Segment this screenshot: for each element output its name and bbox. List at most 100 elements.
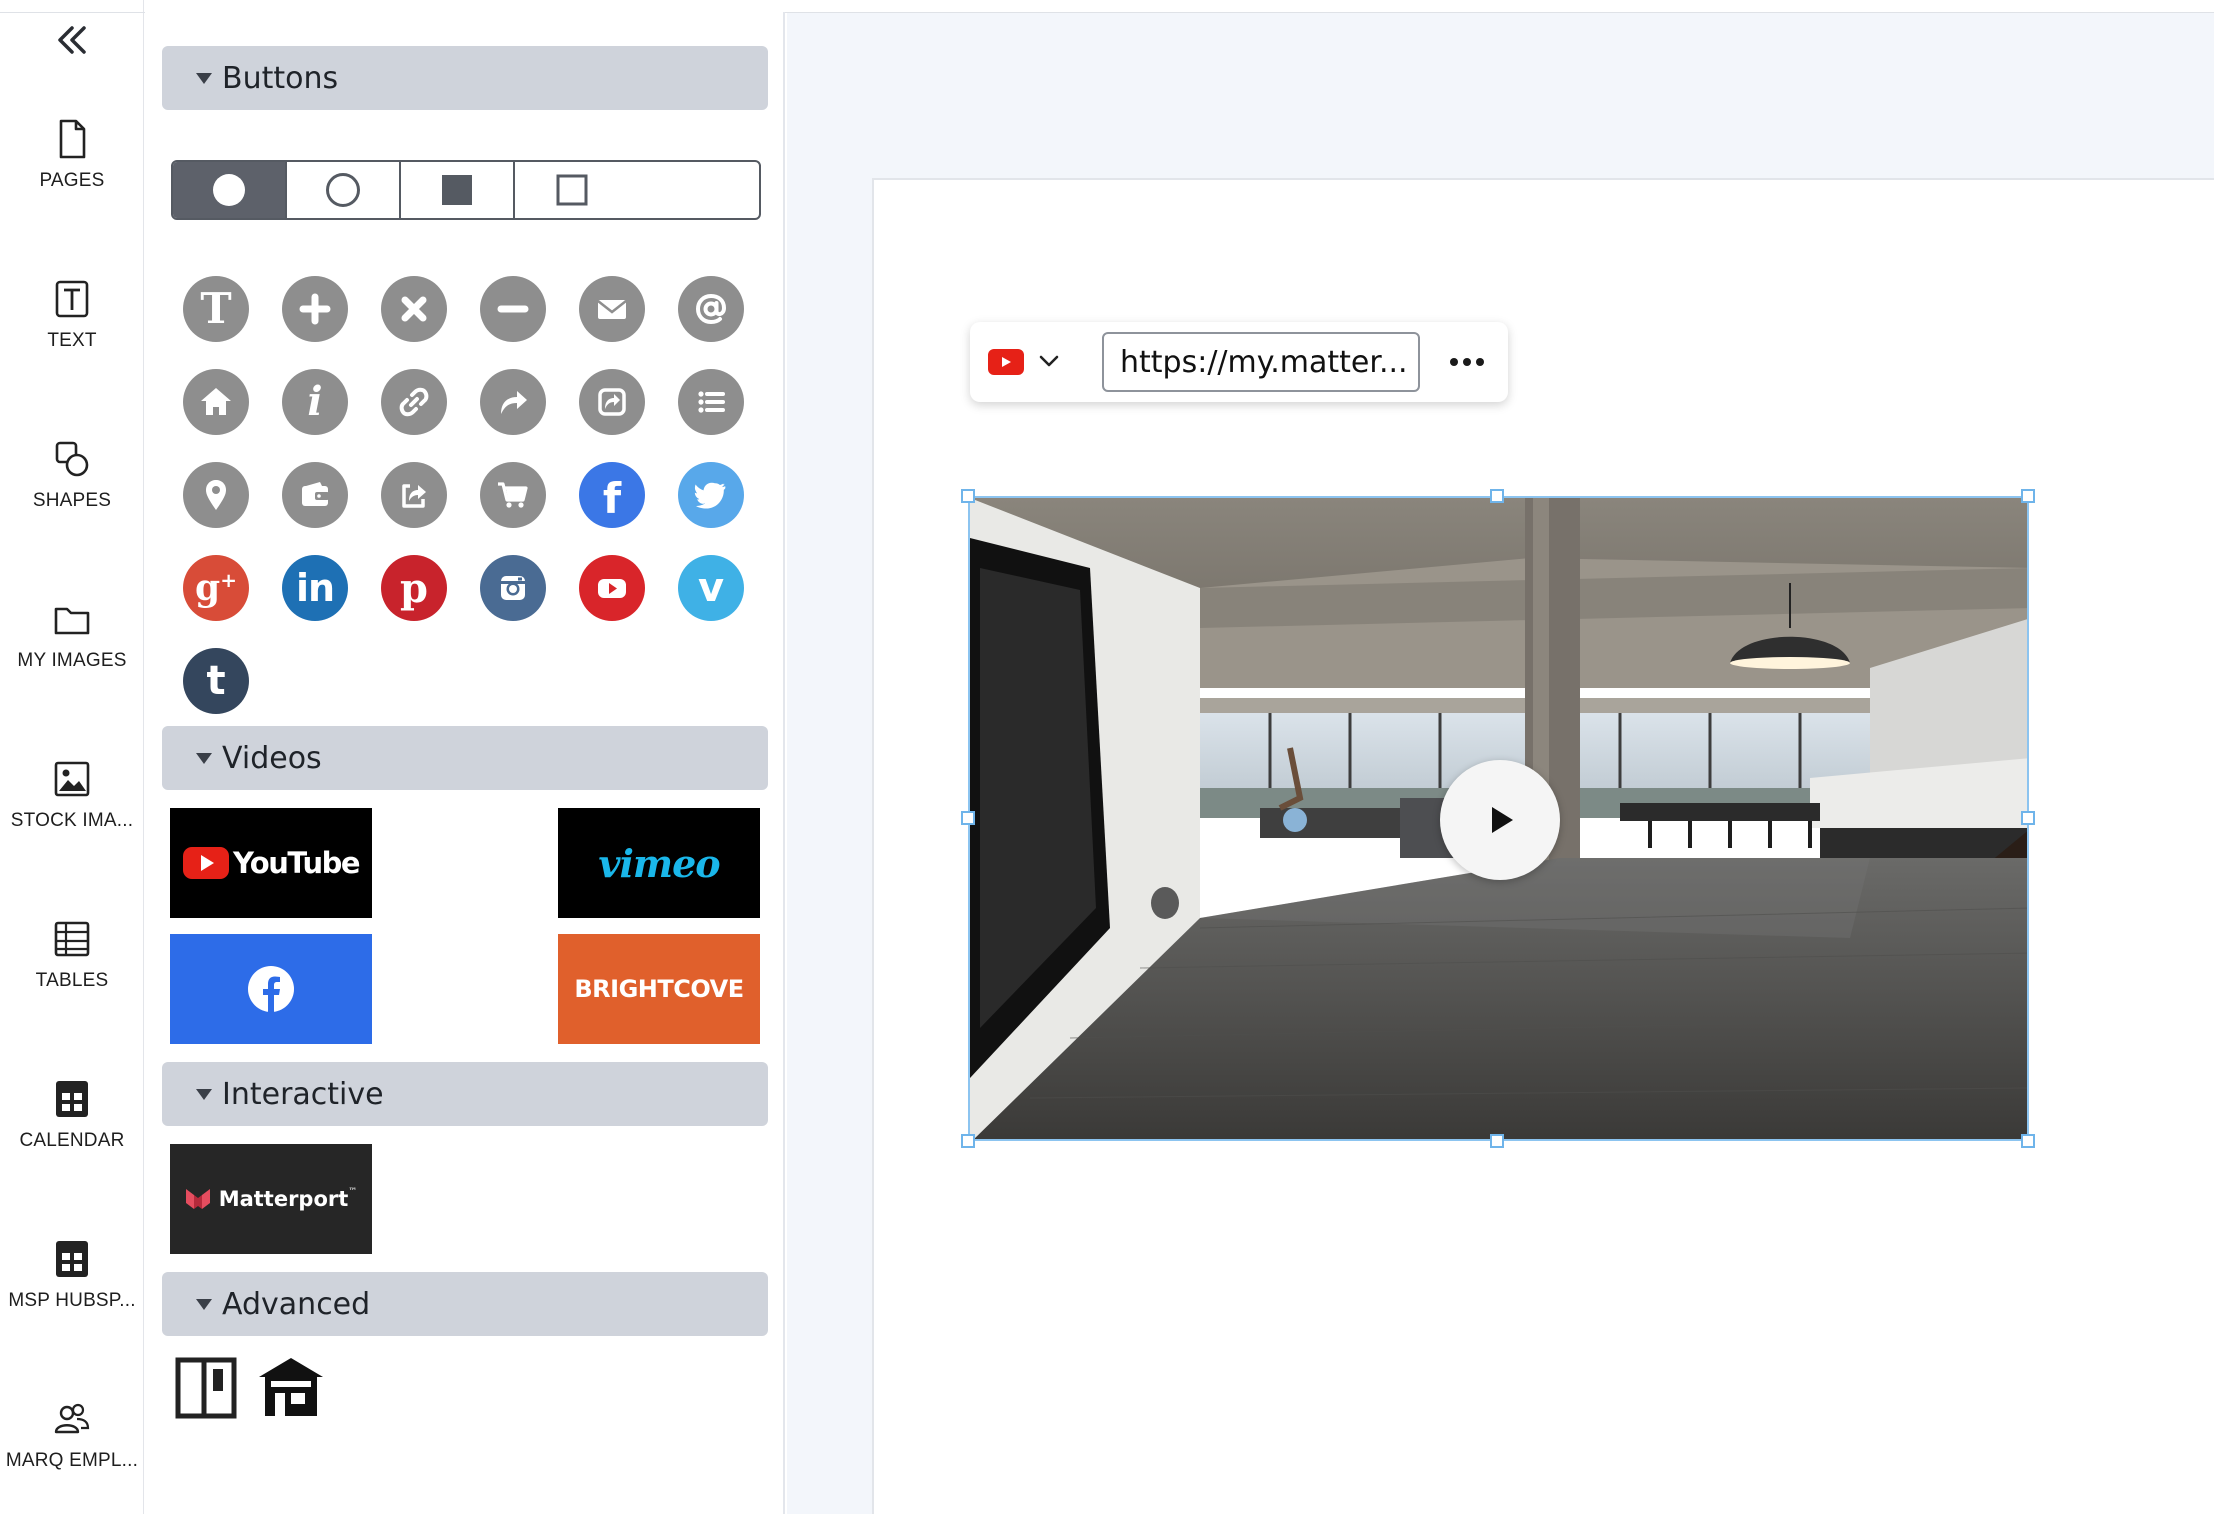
resize-handle-left[interactable] — [961, 811, 975, 825]
rail-item-label: SHAPES — [32, 490, 112, 511]
rail-item-label: MARQ EMPL... — [5, 1450, 139, 1471]
image-icon — [54, 761, 90, 797]
matterport-logo-icon — [185, 1189, 210, 1209]
filled-circle-icon — [213, 174, 245, 206]
rail-item-marq-employee[interactable]: MARQ EMPL... — [0, 1398, 144, 1514]
section-title: Videos — [222, 740, 322, 776]
page-icon — [59, 119, 86, 159]
shape-filled-circle-option[interactable] — [173, 162, 287, 218]
plus-icon[interactable] — [282, 276, 348, 342]
list-icon[interactable] — [678, 369, 744, 435]
shapes-icon — [55, 441, 89, 477]
double-chevron-left-icon[interactable] — [50, 18, 94, 62]
app-root: PAGES TEXT SHAPES MY IMAGES STOCK IMA...… — [0, 0, 2214, 1514]
rail-item-label: PAGES — [39, 170, 105, 191]
triangle-down-icon — [196, 72, 212, 84]
vimeo-icon[interactable]: v — [678, 555, 744, 621]
google-plus-icon[interactable]: g+ — [183, 555, 249, 621]
text-t-icon[interactable]: T — [183, 276, 249, 342]
rail-item-label: TEXT — [47, 330, 97, 351]
play-button[interactable] — [1440, 760, 1560, 880]
cart-icon[interactable] — [480, 462, 546, 528]
youtube-icon[interactable] — [579, 555, 645, 621]
youtube-label: YouTube — [232, 846, 361, 880]
info-icon[interactable]: i — [282, 369, 348, 435]
rail-item-stock-images[interactable]: STOCK IMA... — [0, 758, 144, 878]
rail-item-shapes[interactable]: SHAPES — [0, 438, 144, 558]
facebook-icon — [248, 966, 294, 1012]
youtube-icon — [182, 847, 229, 879]
resize-handle-bottom[interactable] — [1490, 1134, 1504, 1148]
rail-item-msp-hubspot[interactable]: MSP HUBSP... — [0, 1238, 144, 1358]
rail-item-text[interactable]: TEXT — [0, 278, 144, 398]
link-icon[interactable] — [381, 369, 447, 435]
rail-item-label: TABLES — [35, 970, 109, 991]
at-icon[interactable] — [678, 276, 744, 342]
rail-item-calendar[interactable]: CALENDAR — [0, 1078, 144, 1198]
instagram-icon[interactable] — [480, 555, 546, 621]
share-box-icon[interactable] — [579, 369, 645, 435]
twitter-icon[interactable] — [678, 462, 744, 528]
facebook-video-tile[interactable] — [170, 934, 372, 1044]
rail-item-pages[interactable]: PAGES — [0, 118, 144, 238]
facebook-icon[interactable]: f — [579, 462, 645, 528]
vimeo-video-tile[interactable]: vimeo — [558, 808, 760, 918]
wallet-icon[interactable] — [282, 462, 348, 528]
rail-item-label: MY IMAGES — [17, 650, 127, 671]
rail-item-my-images[interactable]: MY IMAGES — [0, 598, 144, 718]
close-x-icon[interactable] — [381, 276, 447, 342]
tumblr-icon[interactable]: t — [183, 648, 249, 714]
outline-square-icon — [556, 174, 588, 206]
brightcove-video-tile[interactable]: BRIGHTCOVE — [558, 934, 760, 1044]
button-shape-selector — [171, 160, 761, 220]
shape-outline-circle-option[interactable] — [287, 162, 401, 218]
pinterest-icon[interactable]: p — [381, 555, 447, 621]
resize-handle-top-right[interactable] — [2021, 489, 2035, 503]
minus-icon[interactable] — [480, 276, 546, 342]
matterport-label: Matterport™ — [218, 1187, 358, 1211]
linkedin-icon[interactable]: in — [282, 555, 348, 621]
outline-circle-icon — [326, 173, 360, 207]
play-icon — [1492, 807, 1513, 833]
matterport-tile[interactable]: Matterport™ — [170, 1144, 372, 1254]
layout-panel-icon[interactable] — [175, 1357, 237, 1424]
more-options-icon[interactable] — [1442, 346, 1492, 378]
youtube-icon[interactable] — [988, 349, 1024, 375]
resize-handle-top-left[interactable] — [961, 489, 975, 503]
triangle-down-icon — [196, 1298, 212, 1310]
home-icon[interactable] — [183, 369, 249, 435]
embed-toolbar: https://my.matter... — [970, 322, 1508, 402]
shape-filled-square-option[interactable] — [401, 162, 515, 218]
share-arrow-icon[interactable] — [480, 369, 546, 435]
resize-handle-bottom-left[interactable] — [961, 1134, 975, 1148]
resize-handle-top[interactable] — [1490, 489, 1504, 503]
envelope-icon[interactable] — [579, 276, 645, 342]
building-icon[interactable] — [257, 1355, 325, 1424]
section-header-buttons[interactable]: Buttons — [162, 46, 768, 110]
export-icon[interactable] — [381, 462, 447, 528]
rail-item-label: MSP HUBSP... — [8, 1290, 136, 1311]
section-title: Advanced — [222, 1286, 371, 1322]
rail-item-tables[interactable]: TABLES — [0, 918, 144, 1038]
brightcove-label: BRIGHTCOVE — [574, 975, 744, 1003]
location-pin-icon[interactable] — [183, 462, 249, 528]
table-icon — [54, 921, 90, 957]
section-title: Buttons — [222, 60, 339, 96]
rail-item-label: CALENDAR — [19, 1130, 125, 1151]
section-header-videos[interactable]: Videos — [162, 726, 768, 790]
triangle-down-icon — [196, 1088, 212, 1100]
shape-outline-square-option[interactable] — [515, 162, 629, 218]
embed-url-input[interactable]: https://my.matter... — [1102, 332, 1420, 392]
resize-handle-right[interactable] — [2021, 811, 2035, 825]
youtube-video-tile[interactable]: YouTube — [170, 808, 372, 918]
calendar-icon — [56, 1241, 88, 1277]
elements-panel: Buttons T i f g+ in p v t Videos YouTube… — [145, 12, 785, 1514]
chevron-down-icon[interactable] — [1038, 350, 1060, 377]
rail-item-label: STOCK IMA... — [10, 810, 134, 831]
section-header-advanced[interactable]: Advanced — [162, 1272, 768, 1336]
section-title: Interactive — [222, 1076, 384, 1112]
folder-icon — [54, 607, 90, 635]
section-header-interactive[interactable]: Interactive — [162, 1062, 768, 1126]
resize-handle-bottom-right[interactable] — [2021, 1134, 2035, 1148]
filled-square-icon — [442, 175, 472, 205]
